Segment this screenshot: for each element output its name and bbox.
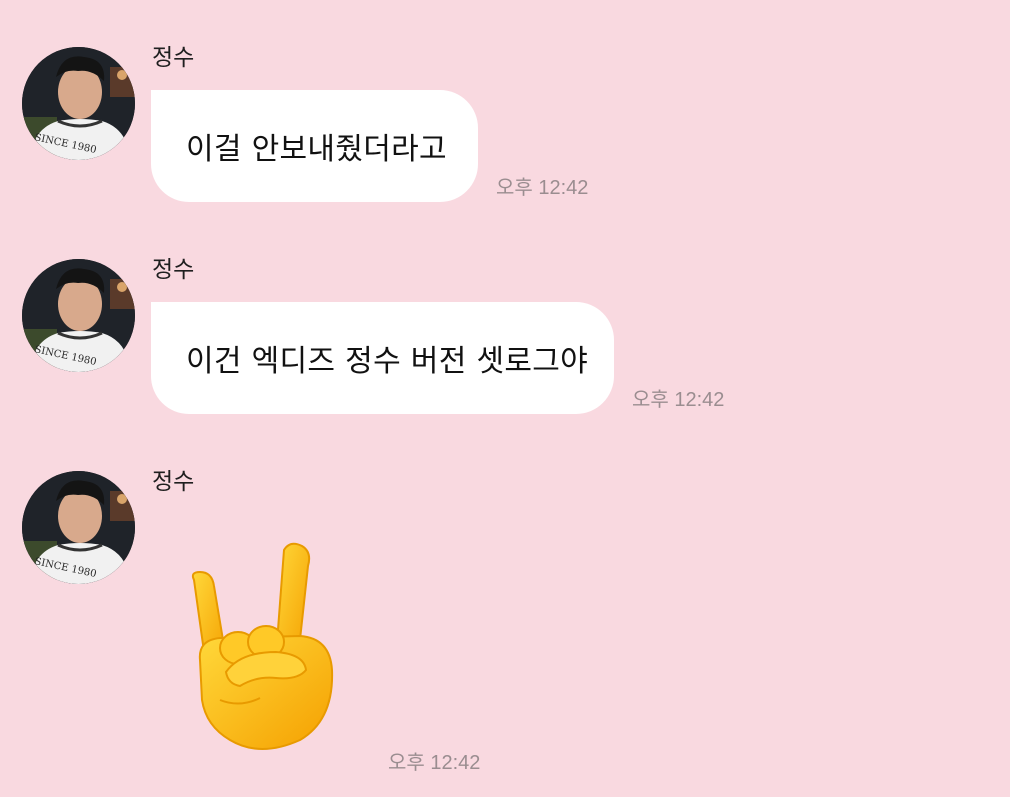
message-timestamp: 오후 12:42 [496,177,589,199]
sender-name: 정수 [152,45,195,71]
sender-name: 정수 [152,257,195,283]
avatar[interactable]: SINCE 1980 [22,259,135,372]
avatar[interactable]: SINCE 1980 [22,471,135,584]
message-timestamp: 오후 12:42 [388,752,481,774]
sender-name: 정수 [152,469,195,495]
message-timestamp: 오후 12:42 [632,389,725,411]
sign-of-the-horns-icon[interactable] [180,540,340,755]
message-text: 이건 엑디즈 정수 버전 셋로그야 [186,344,589,379]
message-text: 이걸 안보내줬더라고 [186,132,447,167]
message-bubble[interactable]: 이걸 안보내줬더라고 [151,90,478,202]
avatar[interactable]: SINCE 1980 [22,47,135,160]
message-bubble[interactable]: 이건 엑디즈 정수 버전 셋로그야 [151,302,614,414]
